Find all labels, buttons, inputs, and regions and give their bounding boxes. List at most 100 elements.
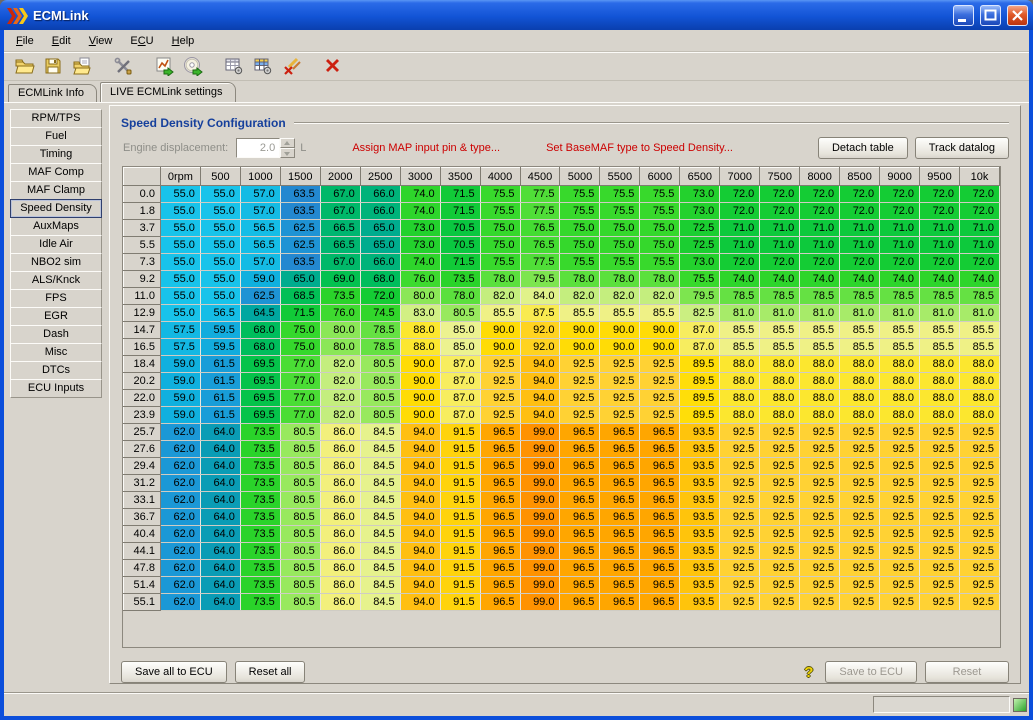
cell[interactable]: 92.5 [800,475,840,492]
row-header-16.5[interactable]: 16.5 [124,339,161,356]
cell[interactable]: 99.0 [520,594,560,611]
cell[interactable]: 96.5 [560,560,600,577]
row-header-51.4[interactable]: 51.4 [124,577,161,594]
cell[interactable]: 62.0 [160,492,200,509]
minimize-button[interactable] [953,5,974,26]
cell[interactable]: 92.5 [960,441,1000,458]
cell[interactable]: 82.0 [320,356,360,373]
export-graph-icon[interactable] [151,53,177,79]
cell[interactable]: 94.0 [400,475,440,492]
cell[interactable]: 80.5 [280,577,320,594]
cell[interactable]: 92.5 [560,390,600,407]
cell[interactable]: 92.5 [600,407,640,424]
cell[interactable]: 96.5 [480,509,520,526]
cell[interactable]: 75.5 [680,271,720,288]
cell[interactable]: 74.5 [360,305,400,322]
cell[interactable]: 62.0 [160,475,200,492]
cell[interactable]: 75.5 [560,203,600,220]
cell[interactable]: 71.5 [440,254,480,271]
cell[interactable]: 73.5 [440,271,480,288]
cell[interactable]: 92.5 [840,526,880,543]
cell[interactable]: 72.5 [680,237,720,254]
cell[interactable]: 77.0 [280,373,320,390]
cell[interactable]: 73.0 [680,203,720,220]
col-header-2500[interactable]: 2500 [360,168,400,186]
cell[interactable]: 93.5 [680,526,720,543]
cell[interactable]: 81.0 [960,305,1000,322]
cell[interactable]: 96.5 [600,492,640,509]
cell[interactable]: 92.5 [560,373,600,390]
cell[interactable]: 61.5 [200,373,240,390]
cell[interactable]: 88.0 [960,356,1000,373]
sidebar-item-timing[interactable]: Timing [10,145,102,164]
cell[interactable]: 55.0 [200,203,240,220]
cell[interactable]: 92.5 [760,441,800,458]
cell[interactable]: 90.0 [400,407,440,424]
cell[interactable]: 92.5 [840,475,880,492]
col-header-4500[interactable]: 4500 [520,168,560,186]
cell[interactable]: 75.5 [600,254,640,271]
cell[interactable]: 85.5 [600,305,640,322]
cell[interactable]: 93.5 [680,577,720,594]
cell[interactable]: 92.5 [800,577,840,594]
cell[interactable]: 74.0 [920,271,960,288]
cell[interactable]: 73.5 [240,594,280,611]
cell[interactable]: 81.0 [840,305,880,322]
cell[interactable]: 80.5 [280,458,320,475]
sidebar-item-misc[interactable]: Misc [10,343,102,362]
cell[interactable]: 72.0 [800,203,840,220]
cell[interactable]: 88.0 [920,373,960,390]
cell[interactable]: 55.0 [200,220,240,237]
col-header-8500[interactable]: 8500 [840,168,880,186]
save-icon[interactable] [40,53,66,79]
cell[interactable]: 85.5 [840,339,880,356]
cell[interactable]: 92.5 [880,526,920,543]
cell[interactable]: 72.0 [960,203,1000,220]
cell[interactable]: 80.0 [320,339,360,356]
sidebar-item-ecu-inputs[interactable]: ECU Inputs [10,379,102,398]
cell[interactable]: 96.5 [640,509,680,526]
cell[interactable]: 96.5 [560,577,600,594]
cell[interactable]: 91.5 [440,458,480,475]
cell[interactable]: 78.5 [880,288,920,305]
cell[interactable]: 68.0 [360,271,400,288]
cell[interactable]: 80.5 [280,543,320,560]
cell[interactable]: 85.5 [720,322,760,339]
cell[interactable]: 73.5 [240,526,280,543]
cell[interactable]: 72.0 [840,254,880,271]
cell[interactable]: 85.5 [800,339,840,356]
cell[interactable]: 72.0 [720,254,760,271]
cell[interactable]: 78.0 [440,288,480,305]
cell[interactable]: 62.5 [280,220,320,237]
cell[interactable]: 92.5 [720,543,760,560]
cell[interactable]: 72.0 [880,203,920,220]
row-header-0.0[interactable]: 0.0 [124,186,161,203]
cell[interactable]: 88.0 [880,407,920,424]
cell[interactable]: 80.5 [280,594,320,611]
cell[interactable]: 92.5 [720,441,760,458]
cell[interactable]: 92.5 [800,441,840,458]
cell[interactable]: 71.0 [720,237,760,254]
cell[interactable]: 75.5 [560,254,600,271]
cell[interactable]: 85.5 [800,322,840,339]
cell[interactable]: 55.0 [200,271,240,288]
cell[interactable]: 77.5 [520,186,560,203]
cell[interactable]: 71.0 [920,220,960,237]
col-header-0rpm[interactable]: 0rpm [160,168,200,186]
cell[interactable]: 94.0 [400,560,440,577]
cell[interactable]: 93.5 [680,458,720,475]
cell[interactable]: 61.5 [200,356,240,373]
cell[interactable]: 75.5 [600,203,640,220]
cell[interactable]: 92.5 [880,492,920,509]
cell[interactable]: 64.0 [200,458,240,475]
cell[interactable]: 92.5 [960,492,1000,509]
cell[interactable]: 85.5 [880,339,920,356]
cell[interactable]: 92.5 [800,543,840,560]
cell[interactable]: 75.0 [280,322,320,339]
cell[interactable]: 77.5 [520,203,560,220]
cell[interactable]: 75.5 [600,186,640,203]
cell[interactable]: 84.5 [360,458,400,475]
cell[interactable]: 68.0 [240,322,280,339]
cell[interactable]: 99.0 [520,526,560,543]
cell[interactable]: 66.0 [360,186,400,203]
